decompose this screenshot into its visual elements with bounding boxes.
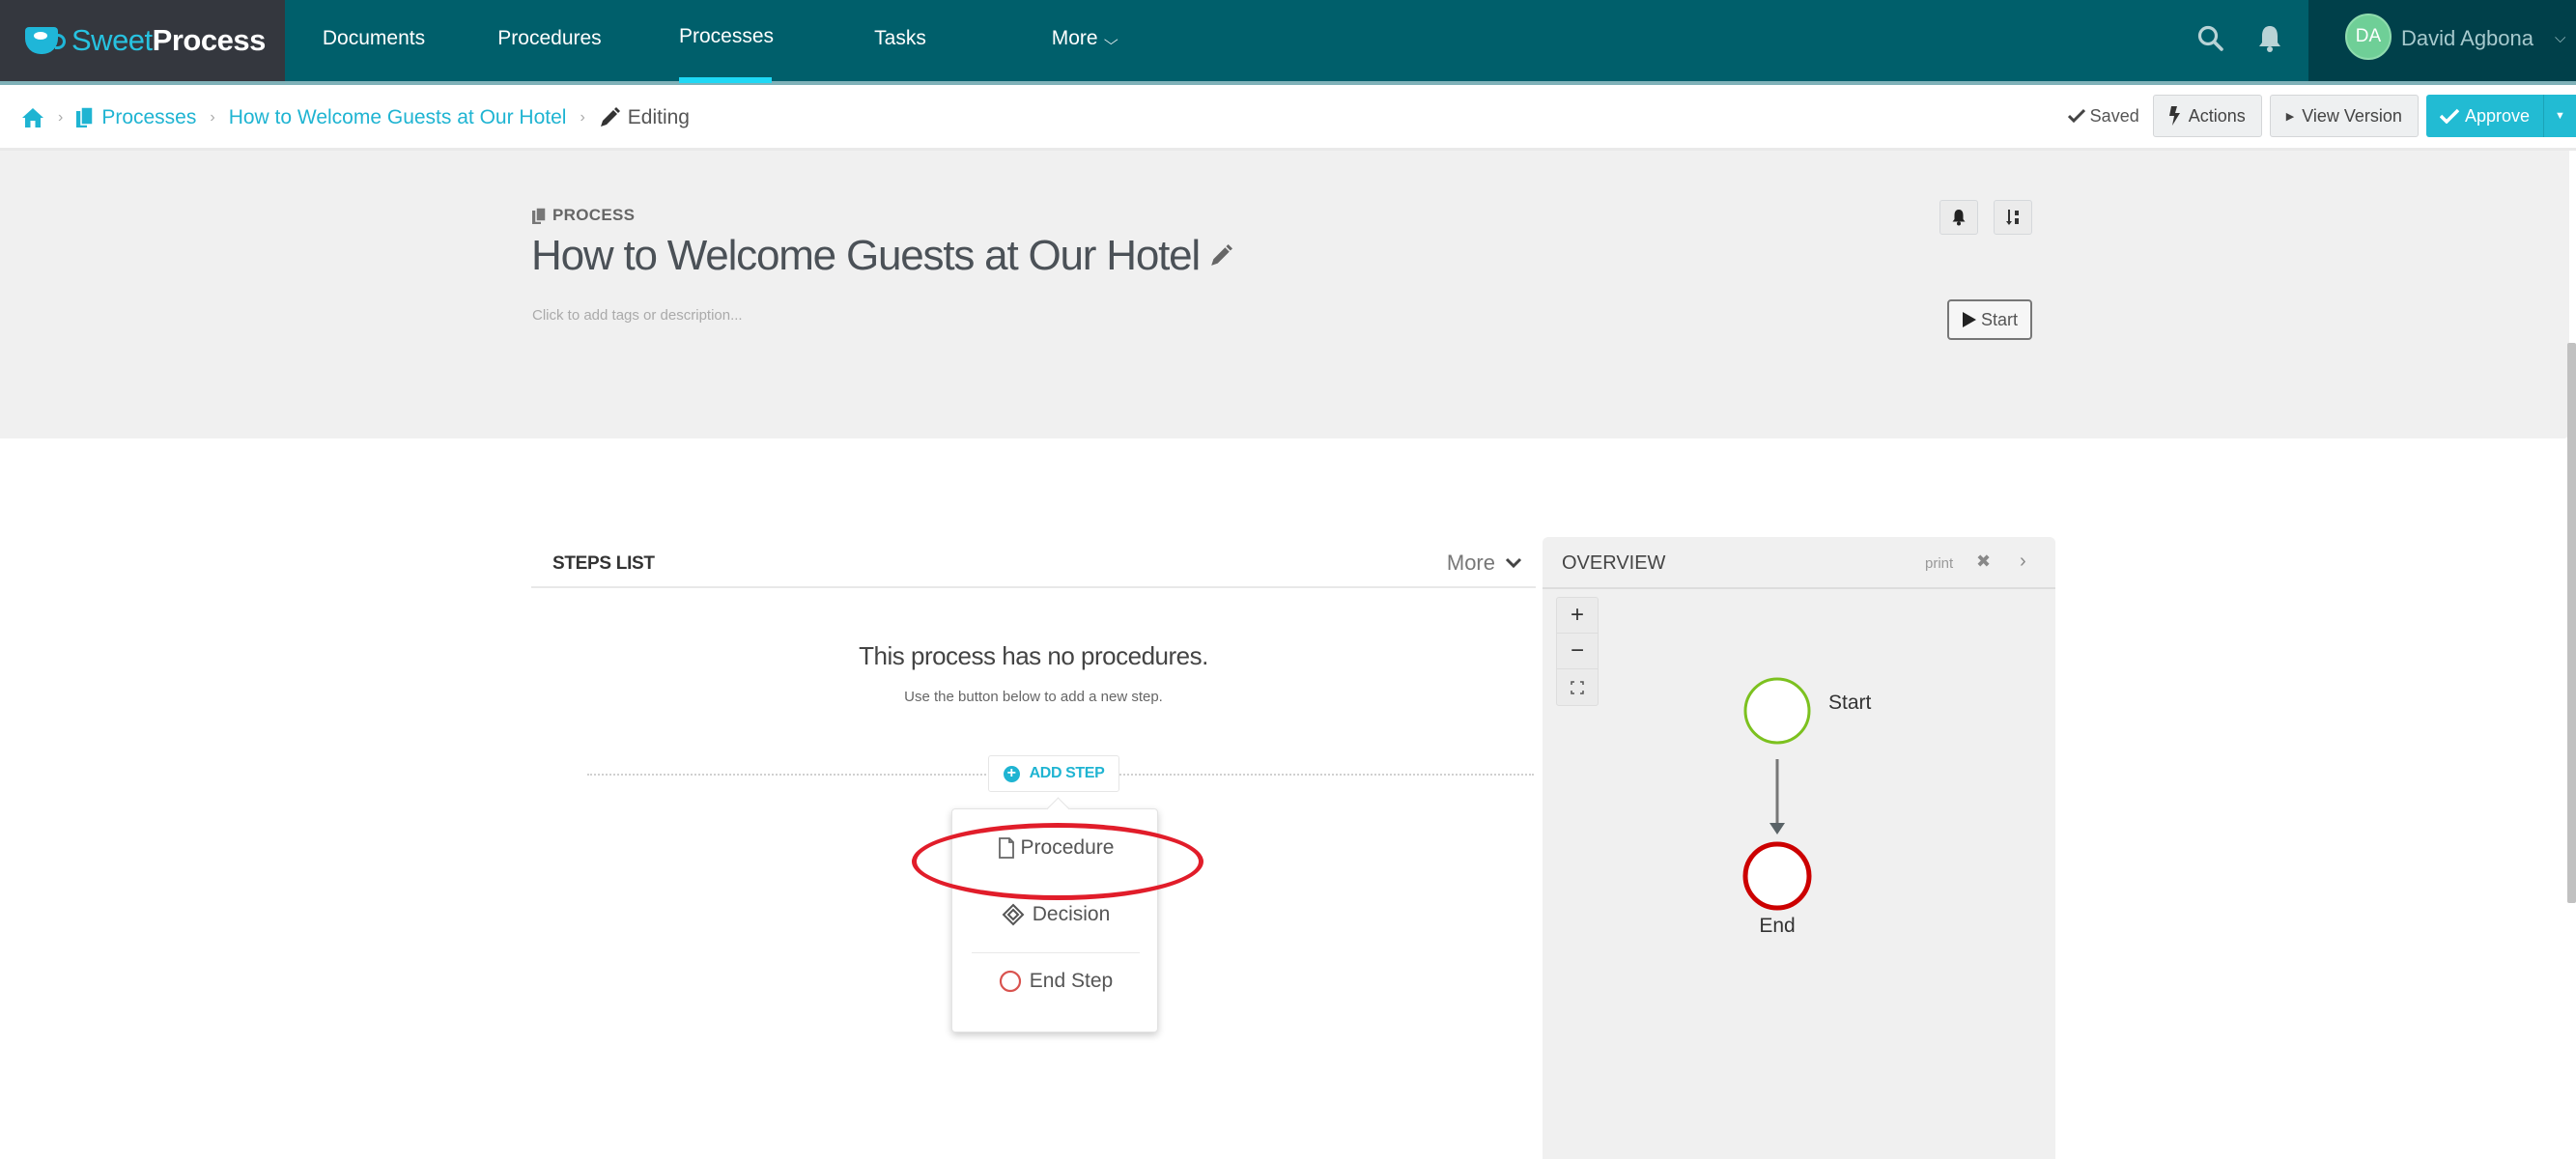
end-node-label: End <box>1759 915 1795 937</box>
page-scrollbar[interactable] <box>2567 343 2576 903</box>
start-node[interactable] <box>1743 677 1811 745</box>
menu-item-label: Procedure <box>1020 836 1115 859</box>
overview-panel: OVERVIEW print ✖ › + − Start End <box>1543 537 2055 1159</box>
overview-title: OVERVIEW <box>1562 552 1666 574</box>
nav-procedures[interactable]: Procedures <box>491 0 609 81</box>
nav-more-label: More <box>1051 27 1098 49</box>
print-link[interactable]: print <box>1925 555 1953 572</box>
saved-label: Saved <box>2089 105 2139 126</box>
view-version-label: View Version <box>2302 105 2402 126</box>
expand-icon[interactable]: ✖ <box>1976 551 1991 572</box>
breadcrumb-editing: Editing <box>627 106 690 128</box>
process-kind-label: PROCESS <box>532 206 635 225</box>
bolt-icon <box>2168 106 2180 126</box>
cup-logo-icon <box>25 27 66 54</box>
process-header <box>0 151 2569 438</box>
end-node[interactable] <box>1742 841 1812 911</box>
edit-title-icon[interactable] <box>1209 244 1232 268</box>
subscribe-button[interactable] <box>1939 200 1978 235</box>
search-icon[interactable] <box>2196 24 2225 53</box>
chevron-down-icon: ⌵ <box>2555 30 2566 46</box>
caret-down-icon: ▼ <box>2555 110 2565 122</box>
plus-circle-icon: + <box>1003 765 1020 782</box>
overview-header: OVERVIEW print ✖ › <box>1543 537 2055 589</box>
arrow-head <box>1769 823 1785 834</box>
nav-processes[interactable]: Processes <box>679 0 774 83</box>
bell-icon <box>1952 210 1966 226</box>
bell-icon[interactable] <box>2256 23 2283 54</box>
breadcrumb-bar: › Processes › How to Welcome Guests at O… <box>0 85 2576 151</box>
empty-state-subtitle: Use the button below to add a new step. <box>904 689 1163 705</box>
menu-item-procedure[interactable]: Procedure <box>952 821 1159 875</box>
start-label: Start <box>1980 309 2018 329</box>
top-navbar: Sweet Process Documents Procedures Proces… <box>0 0 2576 85</box>
copy-icon <box>532 207 547 224</box>
menu-item-label: End Step <box>1029 970 1114 992</box>
actions-label: Actions <box>2188 105 2246 126</box>
nav-documents[interactable]: Documents <box>317 0 431 81</box>
check-icon <box>2439 108 2459 124</box>
view-version-button[interactable]: ▶ View Version <box>2269 95 2419 137</box>
page-title-text: How to Welcome Guests at Our Hotel <box>531 232 1201 279</box>
decision-icon <box>1002 903 1025 926</box>
approve-button[interactable]: Approve <box>2425 95 2543 137</box>
check-icon <box>2067 108 2085 124</box>
file-icon <box>998 837 1014 859</box>
copy-icon <box>76 107 95 127</box>
breadcrumb-separator: › <box>580 109 585 126</box>
menu-item-decision[interactable]: Decision <box>952 888 1159 942</box>
saved-status: Saved <box>2067 105 2139 127</box>
steps-list-header: STEPS LIST More <box>531 537 1536 588</box>
steps-list-title: STEPS LIST <box>552 553 655 574</box>
logo-text-sweet: Sweet <box>71 23 153 57</box>
nav-more[interactable]: More ⌵ <box>1035 0 1132 81</box>
nav-tasks[interactable]: Tasks <box>871 0 929 81</box>
add-step-label: ADD STEP <box>1029 765 1105 781</box>
breadcrumb-processes[interactable]: Processes <box>101 106 196 129</box>
end-circle-icon <box>999 970 1021 993</box>
menu-item-end-step[interactable]: End Step <box>952 954 1159 1008</box>
start-node-label: Start <box>1828 692 1872 714</box>
home-icon[interactable] <box>21 107 44 128</box>
page-title[interactable]: How to Welcome Guests at Our Hotel <box>531 232 1232 280</box>
approve-label: Approve <box>2464 105 2530 126</box>
avatar: DA <box>2345 14 2392 60</box>
process-diagram: Start End <box>1742 677 1872 937</box>
breadcrumb-separator: › <box>58 109 64 126</box>
approve-dropdown-button[interactable]: ▼ <box>2543 95 2576 137</box>
add-step-button[interactable]: + ADD STEP <box>988 755 1119 792</box>
chevron-down-icon: ⌵ <box>1103 32 1118 47</box>
caret-right-icon: ▶ <box>2285 110 2295 123</box>
play-icon <box>1962 312 1976 327</box>
start-button[interactable]: Start <box>1947 299 2032 340</box>
breadcrumb: › Processes › How to Welcome Guests at O… <box>21 85 690 151</box>
menu-item-label: Decision <box>1032 903 1111 925</box>
steps-more-label: More <box>1446 551 1495 575</box>
breadcrumb-separator: › <box>210 109 215 126</box>
chevron-right-icon[interactable]: › <box>2020 551 2026 573</box>
steps-more-dropdown[interactable]: More <box>1447 551 1522 576</box>
logo-text-process: Process <box>152 23 267 57</box>
user-name: David Agbona <box>2401 26 2534 50</box>
add-step-menu: Procedure Decision End Step <box>951 808 1158 1032</box>
pencil-icon <box>600 107 620 127</box>
sort-icon <box>2006 210 2019 225</box>
breadcrumb-process-title[interactable]: How to Welcome Guests at Our Hotel <box>229 106 567 129</box>
menu-divider <box>972 952 1140 953</box>
kind-text: PROCESS <box>552 206 636 224</box>
description-placeholder[interactable]: Click to add tags or description... <box>532 307 743 324</box>
actions-button[interactable]: Actions <box>2152 95 2262 137</box>
logo[interactable]: Sweet Process <box>0 0 285 81</box>
chevron-down-icon <box>1505 557 1522 569</box>
user-menu[interactable]: DA David Agbona ⌵ <box>2308 0 2576 81</box>
empty-state-title: This process has no procedures. <box>859 641 1208 670</box>
toolbar: Saved Actions ▶ View Version Approve ▼ <box>2067 95 2576 137</box>
sort-button[interactable] <box>1994 200 2032 235</box>
